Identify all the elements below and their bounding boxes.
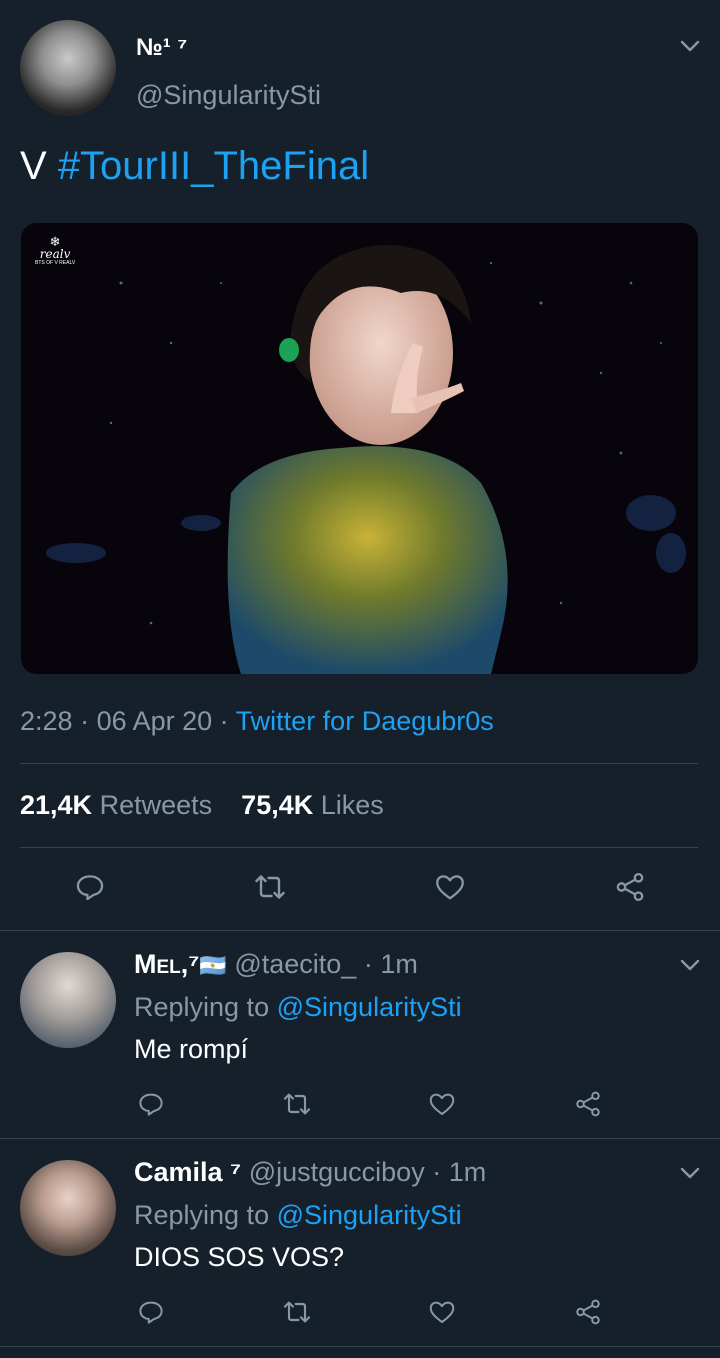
retweet-button[interactable] xyxy=(252,869,288,905)
replying-to-label: Replying to xyxy=(134,1200,270,1230)
reply-handle[interactable]: @justgucciboy xyxy=(249,1157,425,1187)
author-handle[interactable]: @SingularitySti xyxy=(136,80,321,111)
reply-button[interactable] xyxy=(133,1294,169,1330)
likes-label: Likes xyxy=(320,790,384,820)
reply-display-name[interactable]: Camila ⁷ xyxy=(134,1157,241,1187)
replying-to-link[interactable]: @SingularitySti xyxy=(277,1200,462,1230)
watermark-text: realv xyxy=(39,247,71,261)
replying-to-link[interactable]: @SingularitySti xyxy=(277,992,462,1022)
divider xyxy=(20,847,698,848)
reply-header: Mel,⁷🇦🇷 @taecito_ · 1m xyxy=(134,949,418,980)
reply-header: Camila ⁷ @justgucciboy · 1m xyxy=(134,1157,486,1188)
tweet-text: V #TourIII_TheFinal xyxy=(20,144,369,189)
share-button[interactable] xyxy=(570,1294,606,1330)
reply-handle[interactable]: @taecito_ xyxy=(234,949,356,979)
divider xyxy=(0,1346,720,1347)
reply-icon xyxy=(76,875,104,901)
tweet-stats: 21,4K Retweets 75,4K Likes xyxy=(20,790,384,821)
meta-separator: · xyxy=(212,706,236,736)
like-button[interactable] xyxy=(432,869,468,905)
share-icon xyxy=(616,872,644,902)
author-display-name[interactable]: №¹ ⁷ xyxy=(136,34,187,62)
like-button[interactable] xyxy=(424,1086,460,1122)
retweet-button[interactable] xyxy=(279,1086,315,1122)
watermark-subtext: BTS OF V REALV xyxy=(35,260,76,266)
author-avatar[interactable] xyxy=(20,20,116,116)
reply-time: · 1m xyxy=(363,949,418,979)
heart-icon xyxy=(436,875,464,900)
tweet-image[interactable]: ❄ realv BTS OF V REALV xyxy=(21,223,698,674)
replying-to-line: Replying to @SingularitySti xyxy=(134,1200,462,1231)
tweet-source-link[interactable]: Twitter for Daegubr0s xyxy=(236,706,494,736)
replying-to-label: Replying to xyxy=(134,992,270,1022)
reply-text: Me rompí xyxy=(134,1034,249,1064)
share-icon xyxy=(576,1299,600,1325)
tweet-text-prefix: V xyxy=(20,144,47,188)
divider xyxy=(20,763,698,764)
retweets-count: 21,4K xyxy=(20,790,93,820)
likes-count: 75,4K xyxy=(241,790,314,820)
retweet-icon xyxy=(255,875,285,899)
meta-separator: · xyxy=(72,706,97,736)
retweets-label: Retweets xyxy=(99,790,213,820)
retweet-button[interactable] xyxy=(279,1294,315,1330)
tweet-time: 2:28 xyxy=(20,706,73,736)
chevron-down-icon[interactable] xyxy=(678,953,702,977)
retweet-icon xyxy=(283,1093,311,1115)
chevron-down-icon[interactable] xyxy=(678,34,702,58)
reply-avatar[interactable] xyxy=(20,952,116,1048)
tweet-meta: 2:28 · 06 Apr 20 · Twitter for Daegubr0s xyxy=(20,706,494,737)
reply-display-name[interactable]: Mel,⁷ xyxy=(134,949,199,979)
image-watermark-logo: ❄ realv BTS OF V REALV xyxy=(35,235,75,267)
reply-icon xyxy=(139,1301,163,1324)
chevron-down-icon[interactable] xyxy=(678,1161,702,1185)
share-button[interactable] xyxy=(570,1086,606,1122)
reply-time: · 1m xyxy=(432,1157,487,1187)
share-button[interactable] xyxy=(612,869,648,905)
argentina-flag-icon: 🇦🇷 xyxy=(199,953,227,978)
reply-button[interactable] xyxy=(133,1086,169,1122)
reply-avatar[interactable] xyxy=(20,1160,116,1256)
retweet-icon xyxy=(283,1301,311,1323)
heart-icon xyxy=(429,1093,455,1115)
tweet-date: 06 Apr 20 xyxy=(96,706,213,736)
retweets-stat[interactable]: 21,4K Retweets xyxy=(20,790,212,820)
reply-tweet[interactable]: Camila ⁷ @justgucciboy · 1m Replying to … xyxy=(0,1139,720,1345)
reply-button[interactable] xyxy=(72,869,108,905)
replying-to-line: Replying to @SingularitySti xyxy=(134,992,462,1023)
reply-text: DIOS SOS VOS? xyxy=(134,1242,345,1272)
hashtag-link[interactable]: #TourIII_TheFinal xyxy=(58,144,369,188)
likes-stat[interactable]: 75,4K Likes xyxy=(241,790,384,820)
like-button[interactable] xyxy=(424,1294,460,1330)
reply-tweet[interactable]: Mel,⁷🇦🇷 @taecito_ · 1m Replying to @Sing… xyxy=(0,931,720,1137)
reply-icon xyxy=(139,1093,163,1116)
tweet-photo-illustration xyxy=(21,223,698,674)
heart-icon xyxy=(429,1301,455,1323)
share-icon xyxy=(576,1091,600,1117)
